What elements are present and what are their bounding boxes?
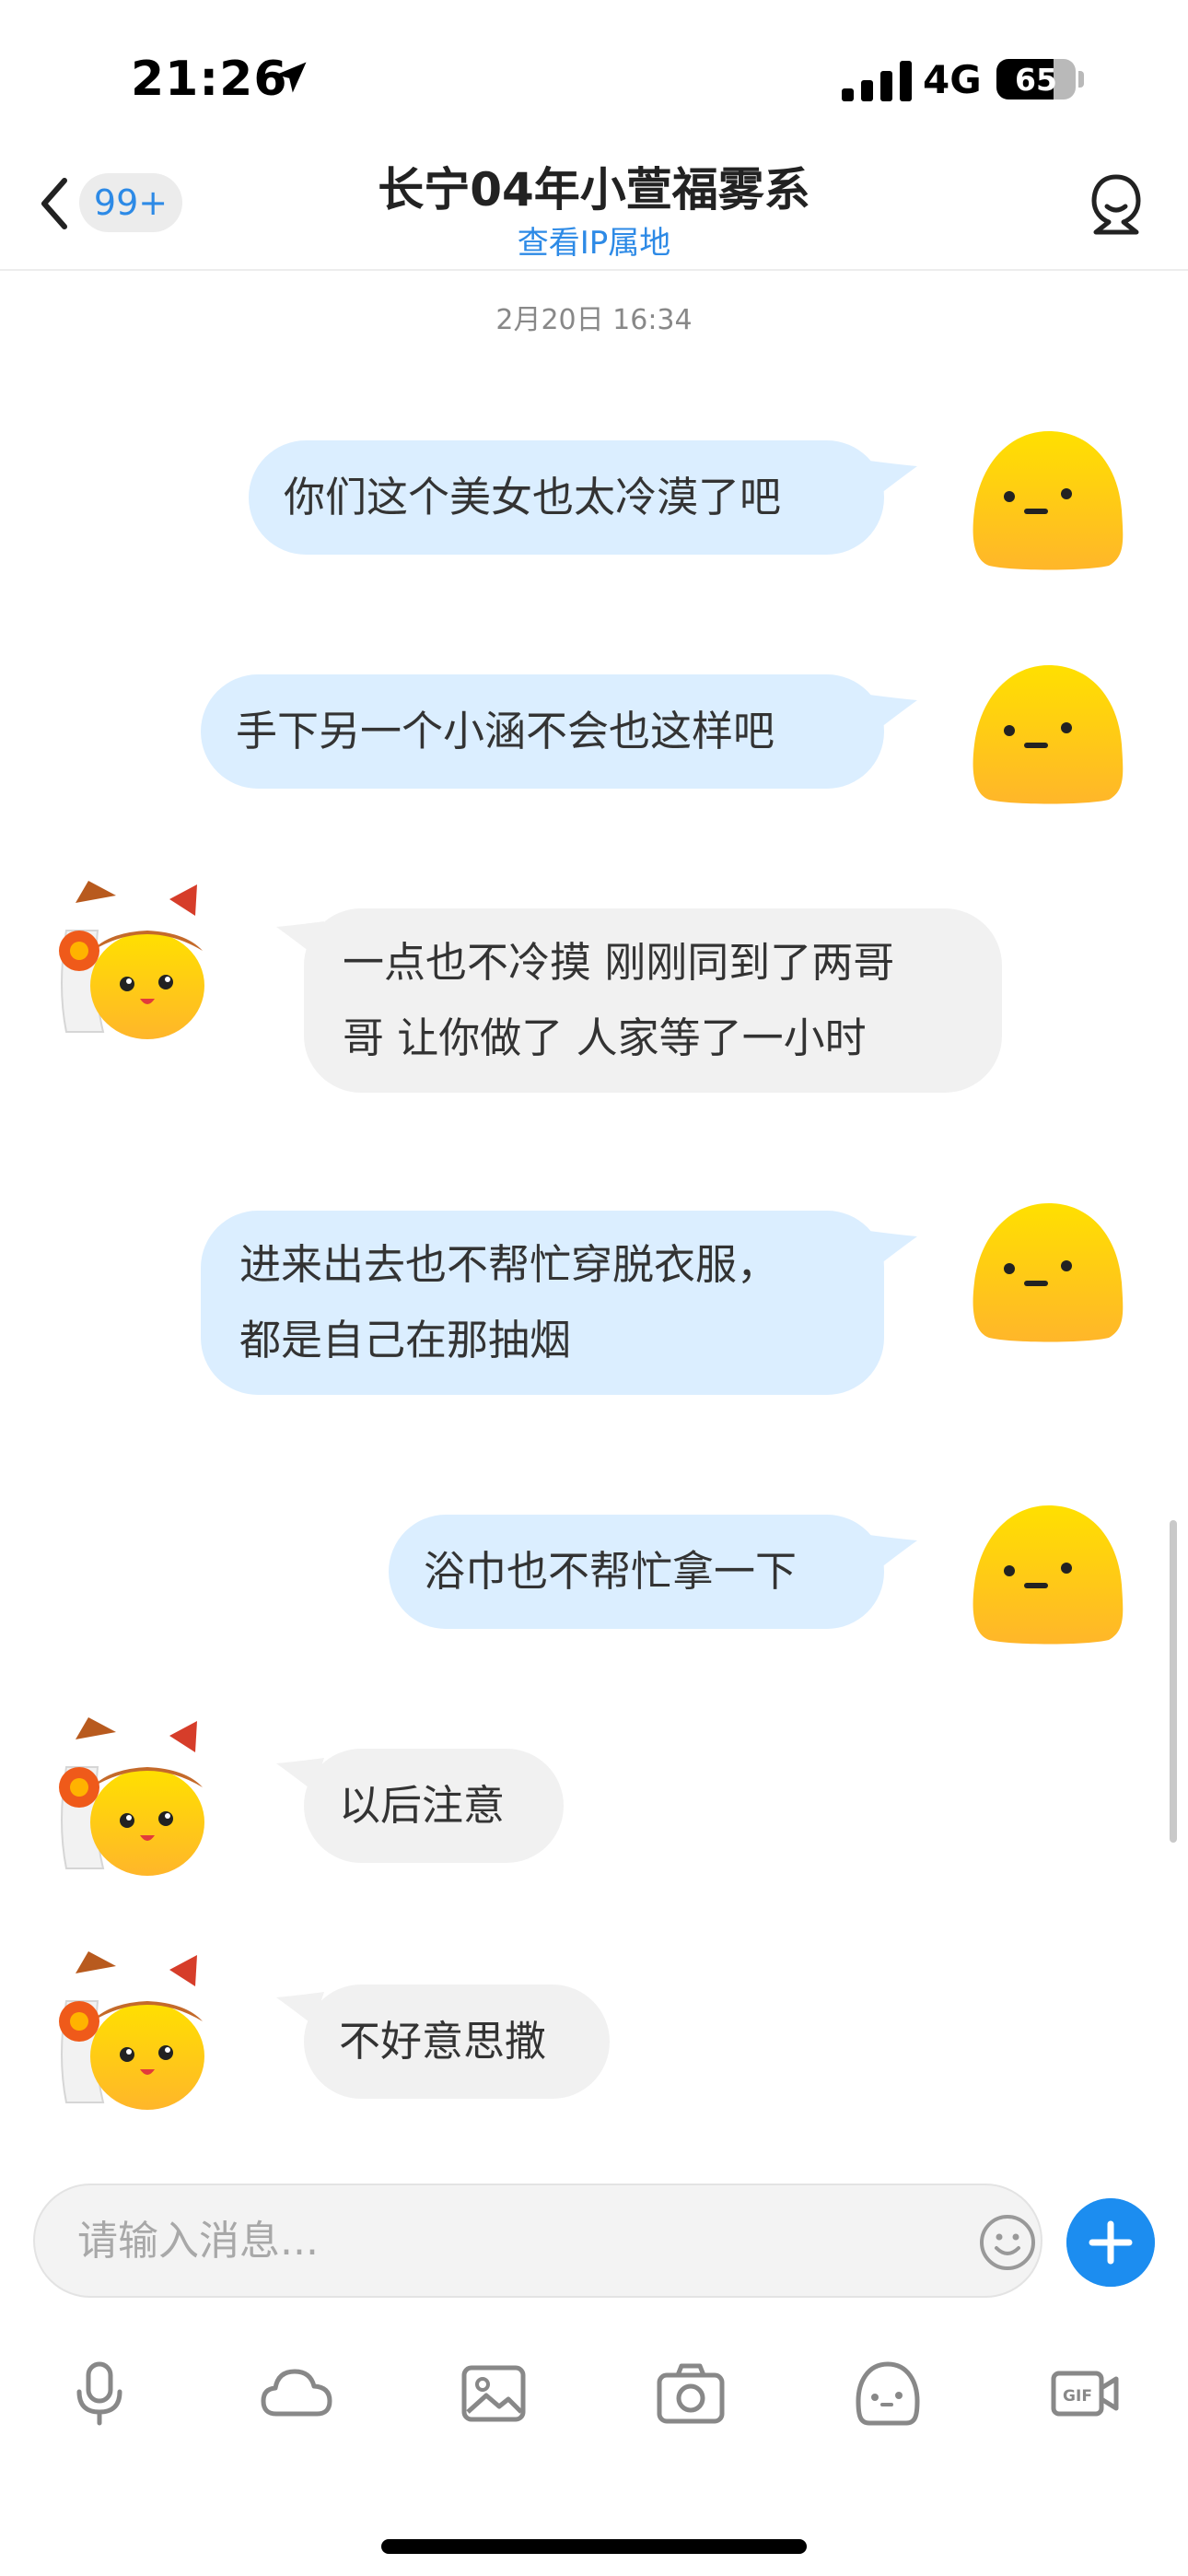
status-time: 21:26 [131, 52, 288, 107]
message-bubble[interactable]: 你们这个美女也太冷漠了吧 [249, 440, 884, 555]
my-avatar[interactable] [971, 1502, 1127, 1645]
message-timestamp: 2月20日 16:34 [495, 304, 693, 336]
view-ip-location-link[interactable]: 查看IP属地 [0, 217, 1188, 263]
signal-icon [842, 61, 912, 101]
bubble-tail [869, 695, 917, 728]
bubble-tail [869, 461, 917, 494]
profile-icon[interactable] [1083, 171, 1149, 238]
contact-avatar[interactable] [48, 875, 214, 1041]
message-input-container [33, 2184, 1042, 2298]
bubble-tail [869, 1231, 917, 1264]
camera-icon[interactable] [654, 2360, 728, 2427]
message-bubble[interactable]: 以后注意 [304, 1749, 564, 1863]
chat-screen: 21:26 4G 65 99+ 长宁04年小萱福雾系 查看IP属地 2月20日 … [0, 0, 1188, 2576]
message-bubble[interactable]: 手下另一个小涵不会也这样吧 [201, 674, 884, 789]
svg-text:GIF: GIF [1063, 2387, 1092, 2406]
bubble-tail [869, 1535, 917, 1568]
battery-level: 65 [1015, 61, 1057, 98]
scrollbar[interactable] [1170, 1520, 1177, 1843]
chat-title: 长宁04年小萱福雾系 [378, 163, 810, 217]
contact-avatar[interactable] [48, 1946, 214, 2112]
emoji-icon[interactable] [978, 2213, 1037, 2272]
chat-header: 99+ 长宁04年小萱福雾系 查看IP属地 [0, 138, 1188, 271]
contact-avatar[interactable] [48, 1712, 214, 1878]
network-type: 4G [923, 57, 982, 102]
message-bubble[interactable]: 不好意思撒 [304, 1985, 610, 2099]
cloud-icon[interactable] [260, 2360, 333, 2427]
my-avatar[interactable] [971, 427, 1127, 571]
home-indicator [381, 2539, 807, 2554]
location-arrow-icon [275, 62, 307, 93]
battery-tip [1078, 71, 1084, 88]
message-bubble[interactable]: 进来出去也不帮忙穿脱衣服， 都是自己在那抽烟 [201, 1211, 884, 1395]
plus-icon[interactable] [1066, 2198, 1155, 2287]
gif-icon[interactable]: GIF [1048, 2360, 1122, 2427]
message-bubble[interactable]: 一点也不冷摸 刚刚同到了两哥 哥 让你做了 人家等了一小时 [304, 908, 1002, 1093]
microphone-icon[interactable] [63, 2360, 136, 2427]
status-bar: 21:26 4G 65 [0, 0, 1188, 138]
message-input[interactable] [77, 2185, 906, 2296]
my-avatar[interactable] [971, 1200, 1127, 1343]
battery-icon: 65 [996, 59, 1076, 100]
sticker-icon[interactable] [851, 2360, 925, 2427]
image-icon[interactable] [457, 2360, 530, 2427]
my-avatar[interactable] [971, 662, 1127, 805]
message-bubble[interactable]: 浴巾也不帮忙拿一下 [389, 1515, 884, 1629]
